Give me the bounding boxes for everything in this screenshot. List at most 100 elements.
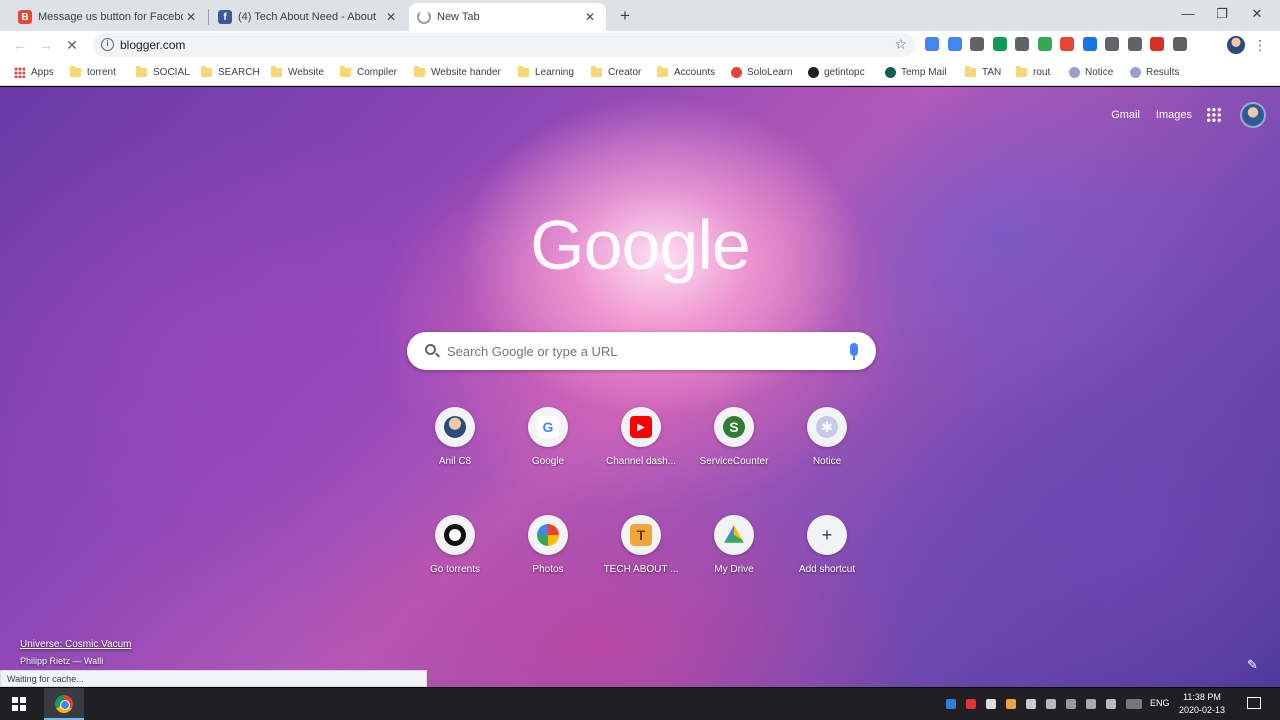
address-bar[interactable]: i blogger.com ☆ <box>93 33 915 57</box>
close-window-button[interactable]: ✕ <box>1240 4 1274 24</box>
background-title-link[interactable]: Universe: Cosmic Vacum <box>20 639 132 650</box>
search-box[interactable] <box>407 332 876 370</box>
taskbar-chrome-button[interactable] <box>44 688 84 720</box>
tray-app-icon[interactable] <box>966 699 976 709</box>
shortcut-tile[interactable]: Go torrents <box>410 515 500 575</box>
folder-icon <box>1016 66 1027 77</box>
bookmark-website-hander[interactable]: Website hander <box>414 64 501 81</box>
tech-about-icon: T <box>630 524 652 546</box>
shortcut-tile[interactable]: Anil C8 <box>410 407 500 467</box>
bookmark-search[interactable]: SEARCH <box>201 64 260 81</box>
windows-start-icon[interactable] <box>12 697 26 711</box>
shortcut-label: Notice <box>812 456 842 467</box>
background-credit: Universe: Cosmic Vacum Philipp Rietz — W… <box>20 639 132 666</box>
tray-app-icon[interactable] <box>1006 699 1016 709</box>
extension-icon[interactable] <box>1015 37 1029 51</box>
bookmark-creator[interactable]: Creator <box>591 64 641 81</box>
extension-icon[interactable] <box>1037 37 1052 51</box>
extension-icon[interactable] <box>992 37 1007 51</box>
tab-message-us[interactable]: B Message us button for Facebook ✕ <box>10 3 207 31</box>
bookmark-social[interactable]: SOCIAL <box>136 64 190 81</box>
bookmark-tan[interactable]: TAN <box>965 64 1001 81</box>
header-links: Gmail Images <box>1111 109 1192 121</box>
shortcut-label: Photos <box>532 564 564 575</box>
shortcut-tile[interactable]: G Google <box>503 407 593 467</box>
account-avatar[interactable] <box>1240 102 1266 128</box>
site-favicon-icon <box>885 67 896 78</box>
loading-spinner-icon <box>417 10 431 24</box>
microphone-icon[interactable] <box>850 343 858 360</box>
site-favicon-icon <box>1069 67 1080 78</box>
extension-icon[interactable] <box>970 37 984 51</box>
shortcut-tile[interactable]: Photos <box>503 515 593 575</box>
tray-app-icon[interactable] <box>1046 699 1056 709</box>
tray-app-icon[interactable] <box>1026 699 1036 709</box>
clock[interactable]: 11:38 PM 2020-02-13 <box>1178 691 1226 717</box>
tray-app-icon[interactable] <box>1066 699 1076 709</box>
shortcut-tile[interactable]: + Add shortcut <box>782 515 872 575</box>
bookmark-label: TAN <box>982 67 1002 78</box>
tray-app-icon[interactable] <box>946 699 956 709</box>
extension-icon[interactable] <box>1082 37 1097 51</box>
back-button[interactable]: ← <box>10 35 30 55</box>
bookmarks-bar: Apps torrent SOCIAL SEARCH Website Compiler We… <box>0 59 1280 86</box>
extension-icon[interactable] <box>1127 37 1142 51</box>
google-apps-icon[interactable] <box>1206 107 1222 123</box>
bookmark-getintopc[interactable]: getintopc <box>808 64 865 81</box>
shortcut-tile[interactable]: T TECH ABOUT ... <box>596 515 686 575</box>
bookmark-accounts[interactable]: Accounts <box>657 64 715 81</box>
bookmark-results[interactable]: Results <box>1130 64 1179 81</box>
close-icon[interactable]: ✕ <box>183 10 199 24</box>
extension-icon[interactable] <box>1060 37 1074 51</box>
bookmark-torrent[interactable]: torrent <box>70 64 116 81</box>
extension-icon[interactable] <box>1172 37 1187 51</box>
gmail-link[interactable]: Gmail <box>1111 109 1140 121</box>
tab-tech-about-need[interactable]: f (4) Tech About Need - About ✕ <box>210 3 407 31</box>
menu-icon[interactable]: ⋮ <box>1253 35 1267 55</box>
bookmark-apps[interactable]: Apps <box>14 64 54 81</box>
info-icon[interactable]: i <box>101 38 114 51</box>
restore-button[interactable]: ❐ <box>1205 4 1239 24</box>
tab-new-tab[interactable]: New Tab ✕ <box>409 3 606 31</box>
bookmark-label: torrent <box>87 67 116 78</box>
bookmark-notice[interactable]: Notice <box>1069 64 1113 81</box>
shortcut-circle <box>528 515 568 555</box>
bookmark-label: SOCIAL <box>153 67 190 78</box>
extension-icon[interactable] <box>925 37 939 51</box>
extension-icon[interactable] <box>1105 37 1119 51</box>
star-icon[interactable]: ☆ <box>894 36 907 53</box>
new-tab-button[interactable]: + <box>615 6 635 26</box>
tray-app-icon[interactable] <box>986 699 996 709</box>
pencil-icon[interactable]: ✎ <box>1247 657 1261 672</box>
keyboard-icon[interactable] <box>1126 699 1142 709</box>
bookmark-temp-mail[interactable]: Temp Mail <box>885 64 947 81</box>
minimize-button[interactable]: — <box>1171 4 1205 24</box>
bookmark-compiler[interactable]: Compiler <box>340 64 397 81</box>
close-icon[interactable]: ✕ <box>383 10 399 24</box>
extension-icon[interactable] <box>947 37 962 51</box>
bookmark-learning[interactable]: Learning <box>518 64 574 81</box>
folder-icon <box>201 66 212 77</box>
close-icon[interactable]: ✕ <box>582 10 598 24</box>
volume-icon[interactable] <box>1106 699 1116 709</box>
images-link[interactable]: Images <box>1156 109 1192 121</box>
shortcut-tile[interactable]: My Drive <box>689 515 779 575</box>
bookmark-sololearn[interactable]: SoloLearn <box>731 64 793 81</box>
forward-button[interactable]: → <box>36 35 56 55</box>
shortcut-tile[interactable]: ▶ Channel dash... <box>596 407 686 467</box>
notifications-icon[interactable] <box>1247 697 1261 709</box>
shortcut-tile[interactable]: ✱ Notice <box>782 407 872 467</box>
language-indicator[interactable]: ENG <box>1150 698 1170 708</box>
url-text[interactable]: blogger.com <box>120 38 185 52</box>
shortcut-tile[interactable]: S ServiceCounter <box>689 407 779 467</box>
extension-icon[interactable] <box>1150 37 1164 51</box>
stop-loading-button[interactable]: ✕ <box>62 35 82 55</box>
network-icon[interactable] <box>1086 699 1096 709</box>
new-tab-page: Gmail Images Google Anil C8 G Google ▶ Chann… <box>0 87 1280 687</box>
bookmark-rout[interactable]: rout <box>1016 64 1050 81</box>
background-author[interactable]: Philipp Rietz — Walli <box>20 656 132 666</box>
bookmark-website[interactable]: Website <box>271 64 324 81</box>
search-input[interactable] <box>447 332 837 370</box>
bookmark-label: Accounts <box>674 67 716 78</box>
profile-avatar[interactable] <box>1227 36 1245 54</box>
